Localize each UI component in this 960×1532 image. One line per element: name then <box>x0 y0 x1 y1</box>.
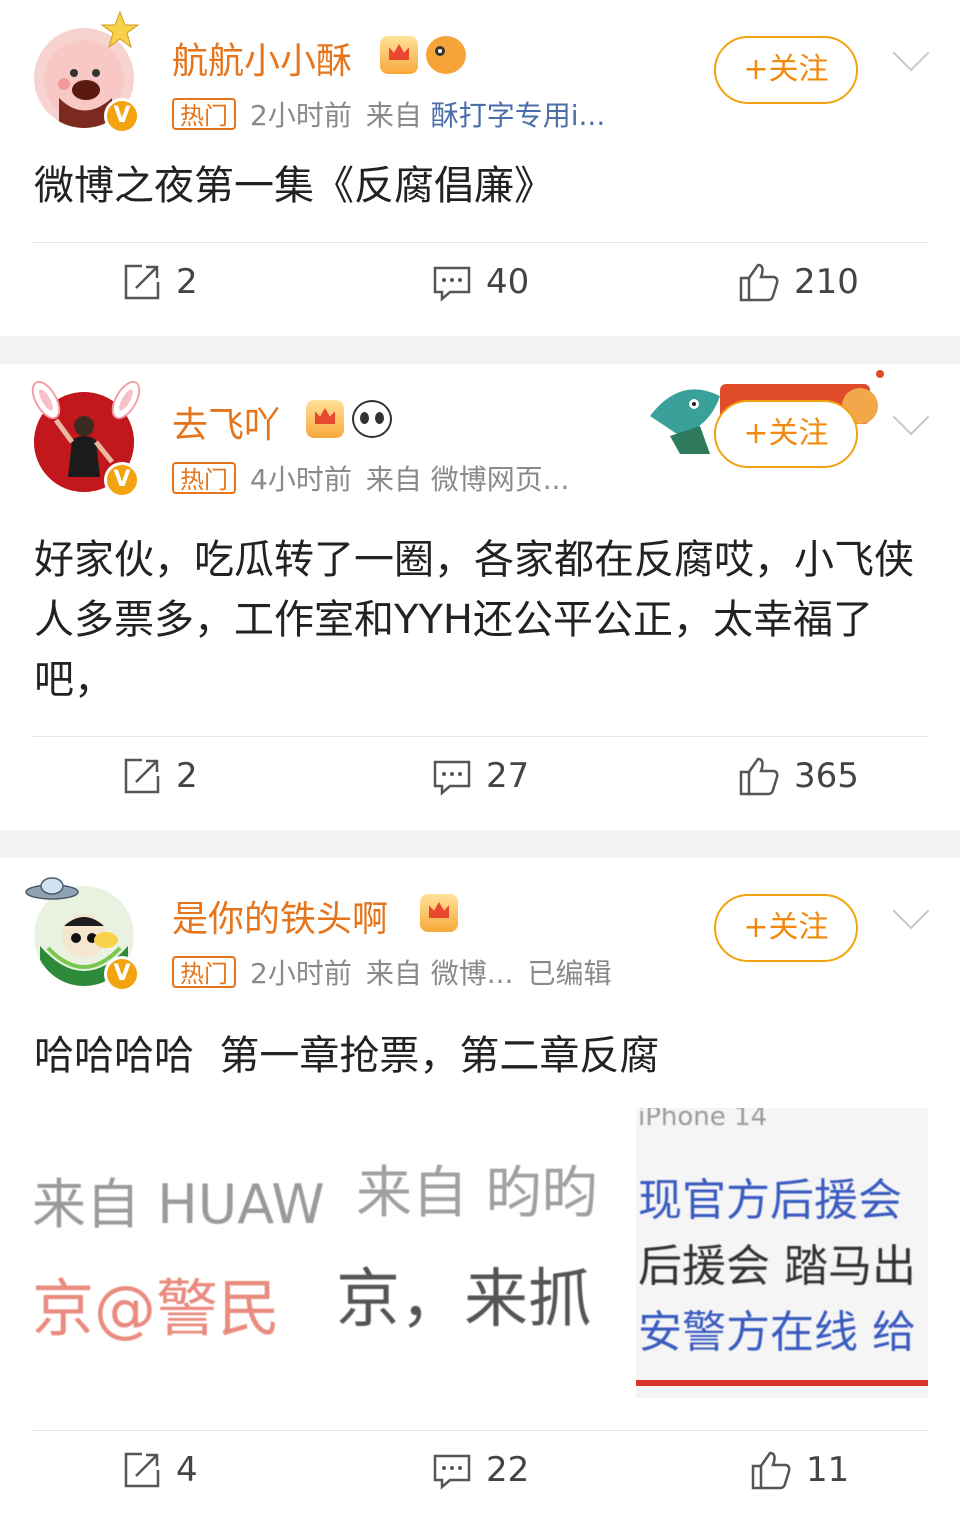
post-time: 2小时前 <box>250 957 352 990</box>
follow-button[interactable]: +关注 <box>714 400 858 468</box>
post-content[interactable]: 哈哈哈哈 第一章抢票，第二章反腐 <box>34 1026 914 1086</box>
chevron-down-icon[interactable] <box>892 892 930 930</box>
crown-icon[interactable] <box>380 36 418 74</box>
from-label: 来自 <box>365 99 422 132</box>
feed-post: V 去飞吖 热门 4小时前 来自 微博网页... +关注 好家伙，吃瓜转了一圈，… <box>0 364 960 830</box>
avatar[interactable]: V <box>25 877 140 992</box>
image-text-line: iPhone 14 <box>638 1108 768 1132</box>
repost-icon <box>124 758 160 794</box>
edited-label[interactable]: 已编辑 <box>527 952 611 992</box>
image-right-panel: iPhone 14 现官方后援会 后援会 踏马出 安警方在线 给 <box>636 1108 928 1398</box>
repost-count: 2 <box>176 756 198 796</box>
image-left-panel: 来自 HUAW 来自 昀昀 京@警民 京，来抓 <box>32 1108 632 1398</box>
image-text-line: 京，来抓 <box>336 1263 592 1337</box>
feed-post: V 是你的铁头啊 热门 2小时前 来自 微博... 已编辑 +关注 哈哈哈哈 第… <box>0 858 960 1532</box>
username[interactable]: 去飞吖 <box>172 396 280 448</box>
username[interactable]: 航航小小酥 <box>172 32 352 84</box>
chevron-down-icon[interactable] <box>892 34 930 72</box>
post-source-link[interactable]: 酥打字专用i... <box>431 99 605 132</box>
like-count: 365 <box>794 756 859 796</box>
post-actions: 4 22 11 <box>0 1450 960 1510</box>
image-text-line: 安警方在线 给 <box>638 1307 916 1358</box>
feed-post: V 航航小小酥 热门 2小时前 来自 酥打字专用i... +关注 微博之夜第一集… <box>0 0 960 336</box>
image-text-line: 后援会 踏马出 <box>638 1241 916 1292</box>
user-badges <box>380 36 466 74</box>
image-text-line: 来自 HUAW <box>32 1173 325 1236</box>
post-source[interactable]: 微博网页... <box>431 463 570 496</box>
thumbs-up-icon <box>751 1451 791 1490</box>
like-button[interactable]: 11 <box>750 1450 849 1490</box>
post-image[interactable]: 来自 HUAW 来自 昀昀 京@警民 京，来抓 iPhone 14 现官方后援会… <box>32 1108 928 1398</box>
comment-icon <box>433 760 471 796</box>
like-button[interactable]: 210 <box>738 262 859 302</box>
bunny-ear-right-icon <box>106 378 146 422</box>
thumbs-up-icon <box>739 757 779 796</box>
hot-tag: 热门 <box>172 98 236 130</box>
comment-button[interactable]: 40 <box>432 262 529 302</box>
repost-button[interactable]: 2 <box>122 262 198 302</box>
comment-count: 22 <box>486 1450 530 1490</box>
post-content[interactable]: 好家伙，吃瓜转了一圈，各家都在反腐哎，小飞侠人多票多，工作室和YYH还公平公正，… <box>34 530 914 710</box>
divider <box>32 736 928 737</box>
repost-count: 4 <box>176 1450 198 1490</box>
follow-button[interactable]: +关注 <box>714 36 858 104</box>
like-button[interactable]: 365 <box>738 756 859 796</box>
comment-icon <box>433 266 471 302</box>
post-time: 4小时前 <box>250 463 352 496</box>
thumbs-up-icon <box>739 263 779 302</box>
divider <box>32 1430 928 1431</box>
post-meta: 热门 2小时前 来自 微博... 已编辑 <box>172 952 611 992</box>
repost-button[interactable]: 4 <box>122 1450 198 1490</box>
user-badges <box>420 894 458 932</box>
username[interactable]: 是你的铁头啊 <box>172 890 388 942</box>
from-label: 来自 <box>365 463 422 496</box>
verified-badge-icon: V <box>104 462 140 498</box>
follow-button[interactable]: +关注 <box>714 894 858 962</box>
crown-icon[interactable] <box>306 400 344 438</box>
from-label: 来自 <box>365 957 422 990</box>
post-actions: 2 27 365 <box>0 756 960 816</box>
avatar[interactable]: V <box>34 10 140 134</box>
user-badges <box>306 400 392 438</box>
comment-icon <box>433 1454 471 1490</box>
divider <box>32 242 928 243</box>
post-actions: 2 40 210 <box>0 262 960 322</box>
chevron-down-icon[interactable] <box>892 398 930 436</box>
repost-button[interactable]: 2 <box>122 756 198 796</box>
comment-count: 27 <box>486 756 530 796</box>
image-text-line: 现官方后援会 <box>638 1175 902 1226</box>
comment-button[interactable]: 22 <box>432 1450 529 1490</box>
like-count: 210 <box>794 262 859 302</box>
repost-icon <box>124 264 160 300</box>
verified-badge-icon: V <box>104 98 140 134</box>
fish-emoji-icon[interactable] <box>426 36 466 74</box>
panda-icon[interactable] <box>352 400 392 438</box>
post-meta: 热门 4小时前 来自 微博网页... <box>172 458 569 498</box>
hot-tag: 热门 <box>172 956 236 988</box>
post-source[interactable]: 微博... <box>431 957 514 990</box>
avatar[interactable]: V <box>31 380 141 498</box>
bunny-ear-left-icon <box>26 378 66 422</box>
comment-button[interactable]: 27 <box>432 756 529 796</box>
red-underline <box>636 1380 928 1386</box>
repost-icon <box>124 1452 160 1488</box>
star-decoration-icon <box>100 10 140 50</box>
post-time: 2小时前 <box>250 99 352 132</box>
hot-tag: 热门 <box>172 462 236 494</box>
crown-icon[interactable] <box>420 894 458 932</box>
verified-badge-icon: V <box>104 956 140 992</box>
post-meta: 热门 2小时前 来自 酥打字专用i... <box>172 94 605 134</box>
like-count: 11 <box>806 1450 850 1490</box>
image-text-line: 京@警民 <box>32 1272 281 1345</box>
image-text-line: 来自 昀昀 <box>356 1161 598 1226</box>
repost-count: 2 <box>176 262 198 302</box>
post-content[interactable]: 微博之夜第一集《反腐倡廉》 <box>34 156 914 216</box>
comment-count: 40 <box>486 262 530 302</box>
ufo-decoration-icon <box>24 874 80 904</box>
